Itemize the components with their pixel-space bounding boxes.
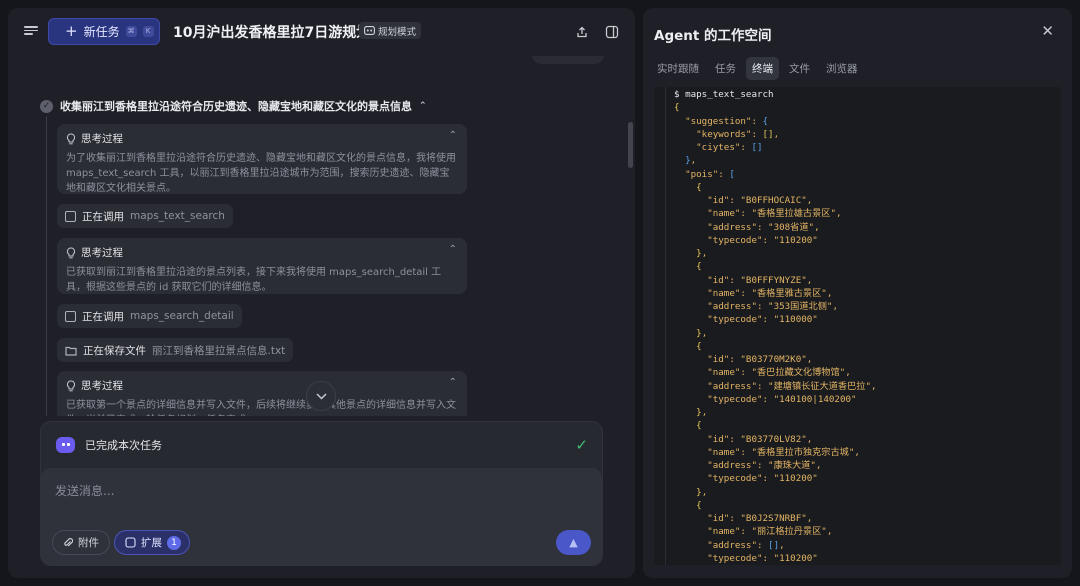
page-title: 10月沪出发香格里拉7日游规划	[173, 25, 371, 41]
tool-call-chip[interactable]: 正在调用 maps_search_detail	[57, 304, 242, 328]
terminal-icon	[65, 310, 76, 322]
think-body: 已获取第一个景点的详细信息并写入文件，后续将继续获取其他景点的详细信息并写入文件…	[66, 400, 456, 416]
agent-avatar-icon	[56, 437, 75, 453]
think-card[interactable]: 思考过程 ⌃ 已获取到丽江到香格里拉沿途的景点列表，接下来我将使用 maps_s…	[57, 238, 467, 294]
extend-label: 扩展	[141, 537, 162, 549]
save-file-label: 正在保存文件	[83, 344, 146, 357]
new-task-button[interactable]: + 新任务 ⌘ K	[48, 18, 160, 45]
tab-live-follow[interactable]: 实时跟随	[651, 57, 705, 80]
think-body: 已获取到丽江到香格里拉沿途的景点列表，接下来我将使用 maps_search_d…	[66, 267, 442, 293]
timeline-line	[46, 116, 47, 416]
attach-button[interactable]: 附件	[52, 530, 110, 555]
shortcut-key-2: K	[142, 26, 154, 37]
composer: 已完成本次任务 ✓ 发送消息... 附件 扩展 1 ▲	[40, 421, 603, 566]
tab-tasks[interactable]: 任务	[709, 57, 742, 80]
collapse-icon[interactable]: ⌃	[419, 101, 427, 111]
send-button[interactable]: ▲	[556, 530, 591, 555]
think-title: 思考过程	[81, 133, 123, 145]
task-feed[interactable]: ✓ 收集丽江到香格里拉沿途符合历史遗迹、隐藏宝地和藏区文化的景点信息 ⌃ 思考过…	[8, 56, 635, 416]
extension-icon	[125, 537, 136, 548]
send-icon: ▲	[569, 536, 578, 549]
bulb-icon	[66, 246, 76, 258]
chevron-up-icon[interactable]: ⌃	[449, 244, 457, 255]
chat-panel: + 新任务 ⌘ K 10月沪出发香格里拉7日游规划 规划模式 ✓ 收集丽江到香格…	[8, 8, 635, 578]
step-header[interactable]: ✓ 收集丽江到香格里拉沿途符合历史遗迹、隐藏宝地和藏区文化的景点信息 ⌃	[40, 98, 427, 114]
mode-icon	[364, 26, 375, 35]
paperclip-icon	[64, 538, 73, 547]
mode-label: 规划模式	[378, 26, 417, 38]
tab-browser[interactable]: 浏览器	[820, 57, 864, 80]
mode-badge[interactable]: 规划模式	[359, 22, 422, 39]
close-icon[interactable]: ✕	[1041, 22, 1054, 40]
terminal-gutter	[665, 87, 666, 565]
tool-call-label: 正在调用	[82, 210, 124, 223]
chevron-down-icon	[315, 392, 327, 400]
workspace-title: Agent 的工作空间	[654, 28, 772, 44]
think-title: 思考过程	[81, 380, 123, 392]
tab-terminal[interactable]: 终端	[746, 57, 779, 80]
chevron-up-icon[interactable]: ⌃	[449, 130, 457, 141]
step-done-icon: ✓	[40, 99, 53, 113]
message-input[interactable]: 发送消息... 附件 扩展 1 ▲	[41, 468, 602, 565]
task-complete-row: 已完成本次任务 ✓	[41, 422, 602, 468]
scrollbar[interactable]	[628, 122, 633, 168]
shortcut-key-1: ⌘	[125, 26, 137, 37]
chat-header: + 新任务 ⌘ K 10月沪出发香格里拉7日游规划 规划模式	[8, 8, 635, 56]
tool-call-label: 正在调用	[82, 310, 124, 323]
step-title: 收集丽江到香格里拉沿途符合历史遗迹、隐藏宝地和藏区文化的景点信息	[60, 100, 412, 113]
terminal-text: $ maps_text_search { "suggestion": { "ke…	[674, 89, 877, 564]
terminal-output[interactable]: $ maps_text_search { "suggestion": { "ke…	[654, 87, 1061, 565]
menu-icon[interactable]	[24, 24, 38, 38]
bulb-icon	[66, 132, 76, 144]
tool-call-chip[interactable]: 正在调用 maps_text_search	[57, 204, 233, 228]
previous-message	[532, 56, 604, 64]
think-body: 为了收集丽江到香格里拉沿途符合历史遗迹、隐藏宝地和藏区文化的景点信息，我将使用 …	[66, 153, 456, 194]
task-complete-label: 已完成本次任务	[85, 439, 162, 452]
tool-name: maps_text_search	[130, 210, 225, 222]
share-icon[interactable]	[575, 24, 589, 38]
workspace-panel: Agent 的工作空间 ✕ 实时跟随 任务 终端 文件 浏览器 $ maps_t…	[643, 8, 1072, 578]
extend-count-badge: 1	[167, 535, 181, 550]
new-task-label: 新任务	[83, 25, 120, 39]
file-name: 丽江到香格里拉景点信息.txt	[152, 344, 286, 357]
terminal-icon	[65, 210, 76, 222]
scroll-down-button[interactable]	[306, 381, 336, 411]
think-title: 思考过程	[81, 247, 123, 259]
plus-icon: +	[65, 22, 78, 40]
tool-name: maps_search_detail	[130, 310, 234, 322]
think-card[interactable]: 思考过程 ⌃ 为了收集丽江到香格里拉沿途符合历史遗迹、隐藏宝地和藏区文化的景点信…	[57, 124, 467, 194]
workspace-tabs: 实时跟随 任务 终端 文件 浏览器	[651, 57, 864, 80]
message-placeholder: 发送消息...	[55, 484, 115, 498]
tab-files[interactable]: 文件	[783, 57, 816, 80]
chevron-up-icon[interactable]: ⌃	[449, 377, 457, 388]
attach-label: 附件	[78, 537, 99, 549]
think-card[interactable]: 思考过程 ⌃ 已获取第一个景点的详细信息并写入文件，后续将继续获取其他景点的详细…	[57, 371, 467, 416]
folder-icon	[65, 346, 77, 356]
check-icon: ✓	[575, 436, 588, 454]
sidebar-toggle-icon[interactable]	[605, 24, 619, 39]
bulb-icon	[66, 379, 76, 391]
extend-button[interactable]: 扩展 1	[114, 530, 190, 555]
save-file-chip[interactable]: 正在保存文件 丽江到香格里拉景点信息.txt	[57, 338, 294, 362]
